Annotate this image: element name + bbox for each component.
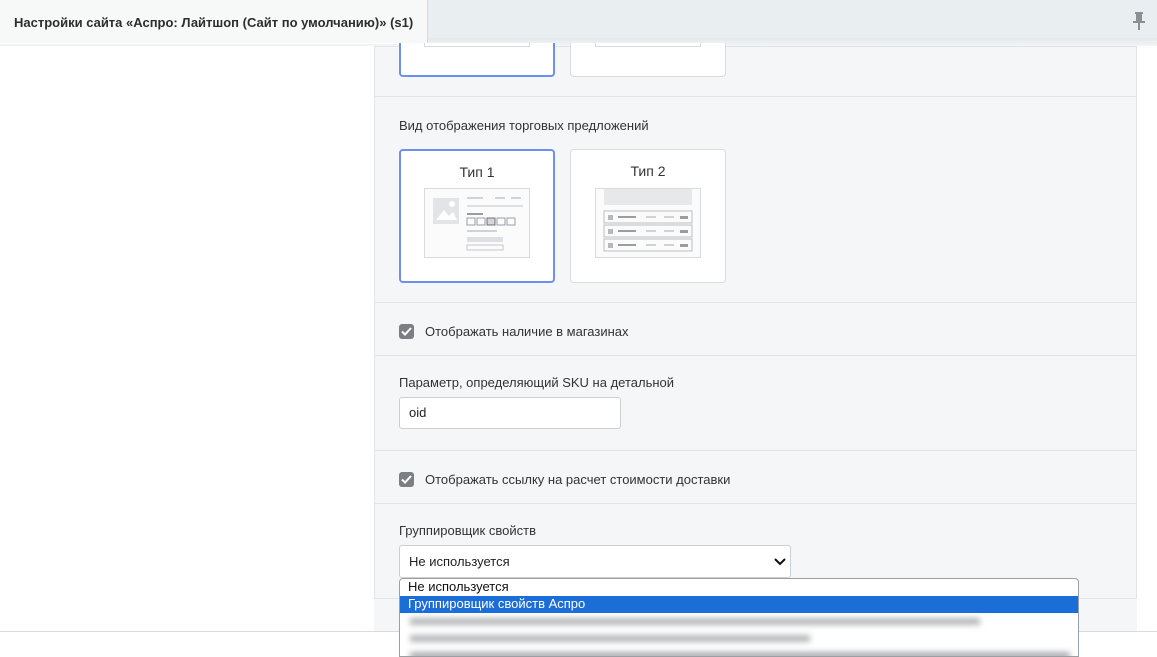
grouper-selected-value: Не используется: [409, 554, 510, 569]
type1-title: Тип 1: [459, 164, 495, 180]
grouper-label: Группировщик свойств: [399, 523, 536, 538]
chevron-down-icon: [774, 558, 786, 566]
show-delivery-label: Отображать ссылку на расчет стоимости до…: [425, 472, 731, 487]
checkmark-icon: [401, 327, 412, 336]
type1-preview: [424, 188, 530, 258]
offers-view-section: Вид отображения торговых предложений Тип…: [374, 96, 1137, 303]
previous-card-selected[interactable]: [399, 43, 555, 77]
window-tab[interactable]: Настройки сайта «Аспро: Лайтшоп (Сайт по…: [0, 0, 428, 44]
right-margin: [1137, 46, 1157, 632]
show-stores-label: Отображать наличие в магазинах: [425, 324, 629, 339]
pin-icon[interactable]: [1132, 12, 1146, 30]
type2-preview-image: [603, 189, 693, 252]
show-delivery-checkbox[interactable]: [399, 472, 414, 487]
grouper-option-highlighted[interactable]: Группировщик свойств Аспро: [400, 596, 1078, 613]
offers-view-label: Вид отображения торговых предложений: [399, 118, 649, 133]
tab-bar: Настройки сайта «Аспро: Лайтшоп (Сайт по…: [0, 0, 1157, 46]
sku-param-input[interactable]: oid: [399, 397, 621, 429]
show-stores-checkbox[interactable]: [399, 324, 414, 339]
grouper-select[interactable]: Не используется: [399, 545, 791, 578]
grouper-dropdown-list[interactable]: Не используется Группировщик свойств Асп…: [399, 578, 1079, 657]
type1-preview-image: [433, 197, 523, 251]
previous-card[interactable]: [570, 43, 726, 77]
checkmark-icon: [401, 475, 412, 484]
previous-section: [374, 43, 1137, 97]
offers-view-type2-card[interactable]: Тип 2: [570, 149, 726, 283]
left-pane: [0, 46, 374, 632]
grouper-option[interactable]: Не используется: [400, 579, 1078, 596]
show-delivery-section: Отображать ссылку на расчет стоимости до…: [374, 450, 1137, 504]
type2-title: Тип 2: [630, 163, 666, 179]
sku-param-label: Параметр, определяющий SKU на детальной: [399, 375, 675, 390]
sku-param-section: Параметр, определяющий SKU на детальной …: [374, 355, 1137, 451]
type2-preview: [595, 188, 701, 258]
offers-view-type1-card[interactable]: Тип 1: [399, 149, 555, 283]
window-tab-title: Настройки сайта «Аспро: Лайтшоп (Сайт по…: [14, 14, 414, 30]
show-stores-section: Отображать наличие в магазинах: [374, 302, 1137, 356]
grouper-option-blurred: [400, 613, 1078, 656]
